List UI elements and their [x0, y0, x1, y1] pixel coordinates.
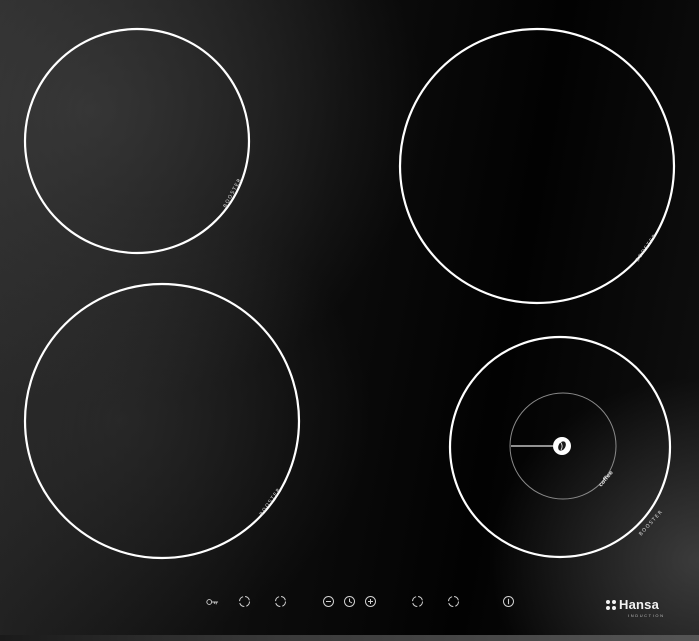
- power-icon[interactable]: [502, 595, 515, 608]
- zone-front-left-booster-label: BOOSTER: [259, 487, 283, 518]
- zone-select-1-icon[interactable]: [238, 595, 251, 608]
- minus-icon[interactable]: [322, 595, 335, 608]
- zone-select-4-icon[interactable]: [447, 595, 460, 608]
- brand-dots-icon: [606, 599, 616, 610]
- brand-logo: Hansa: [606, 597, 659, 612]
- lock-key-icon[interactable]: [206, 595, 219, 608]
- zone-front-right-booster-label: BOOSTER: [638, 509, 665, 538]
- coffee-label: coffee: [598, 470, 615, 489]
- plus-icon[interactable]: [364, 595, 377, 608]
- zone-rear-left-booster-label: BOOSTER: [222, 177, 243, 209]
- zone-select-2-icon[interactable]: [274, 595, 287, 608]
- brand-name: Hansa: [619, 597, 660, 612]
- zone-rear-left-ring: [23, 27, 251, 255]
- induction-hob: BOOSTER BOOSTER BOOSTER BOOSTER coffee H…: [0, 0, 699, 641]
- hob-front-edge: [0, 635, 699, 641]
- brand-subtitle: INDUCTION: [628, 613, 665, 618]
- zone-rear-right-booster-label: BOOSTER: [635, 233, 659, 264]
- zone-select-3-icon[interactable]: [411, 595, 424, 608]
- timer-clock-icon[interactable]: [343, 595, 356, 608]
- zone-front-left-ring: [23, 282, 301, 560]
- zone-rear-right-ring: [398, 27, 676, 305]
- hob-markings: BOOSTER BOOSTER BOOSTER BOOSTER coffee: [23, 27, 676, 560]
